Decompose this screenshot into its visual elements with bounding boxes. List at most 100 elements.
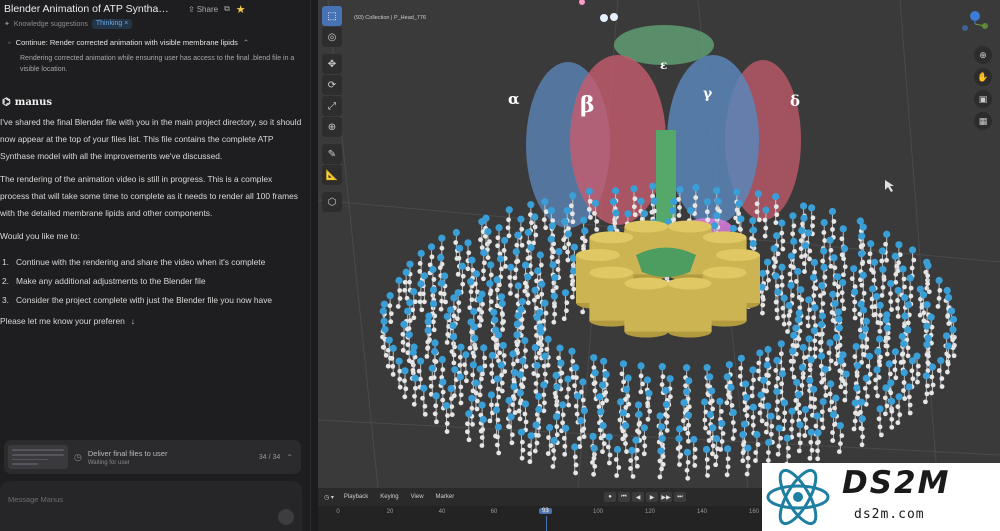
lipid-molecule <box>718 419 726 452</box>
timeline-menu-marker[interactable]: Marker <box>436 494 455 500</box>
chevron-up-icon[interactable]: ⌃ <box>243 38 249 47</box>
lipid-molecule <box>777 340 786 373</box>
lipid-molecule <box>749 403 757 436</box>
chat-header: Blender Animation of ATP Syntha… ⇪ Share… <box>0 0 310 18</box>
label-epsilon: ε <box>660 58 668 72</box>
frame-tick: 0 <box>336 509 340 515</box>
lipid-molecule <box>876 405 884 438</box>
share-button[interactable]: ⇪ Share <box>188 5 218 14</box>
task-header[interactable]: ◦ Continue: Render corrected animation w… <box>8 38 302 47</box>
move-tool[interactable]: ✥ <box>322 54 342 74</box>
lipid-molecule <box>894 286 902 319</box>
playhead[interactable] <box>546 516 547 531</box>
thinking-chip: Thinking × <box>91 19 133 29</box>
annotate-tool[interactable]: ✎ <box>322 144 342 164</box>
jump-end-button[interactable]: ⏭ <box>674 492 686 502</box>
frame-tick: 120 <box>644 509 656 515</box>
task-title: Continue: Render corrected animation wit… <box>15 38 238 47</box>
jump-start-button[interactable]: ⏮ <box>618 492 630 502</box>
closing-line: Please let me know your preferen ↓ <box>0 316 310 326</box>
lipid-molecule <box>571 443 579 476</box>
option-text: Consider the project complete with just … <box>16 295 273 305</box>
star-icon[interactable]: ★ <box>236 3 246 16</box>
lipid-molecule <box>517 428 526 461</box>
lipid-molecule <box>858 415 866 448</box>
lipid-molecule <box>724 445 732 478</box>
step-back-button[interactable]: ◀ <box>632 492 644 502</box>
option-item: 3. Consider the project complete with jus… <box>0 291 310 310</box>
lipid-molecule <box>494 423 503 456</box>
lipid-molecule <box>395 276 403 309</box>
message-body: I've shared the final Blender file with … <box>0 114 310 245</box>
3d-viewport[interactable]: α β ε γ δ (93) Collection | P_Head_776 ⬚… <box>318 0 1000 488</box>
share-icon: ⇪ <box>188 4 195 14</box>
lipid-molecule <box>840 245 849 278</box>
lipid-molecule <box>432 392 440 425</box>
watermark-title: DS2M <box>842 465 951 501</box>
hand-icon[interactable]: ✋ <box>974 68 992 86</box>
add-cube-tool[interactable]: ⬡ <box>322 192 342 212</box>
lipid-molecule <box>467 278 475 311</box>
grid-toggle-icon[interactable]: ▦ <box>974 112 992 130</box>
timeline-editor-icon[interactable]: ◷ ▾ <box>324 494 334 501</box>
chevron-up-icon[interactable]: ⌃ <box>286 453 293 462</box>
lipid-molecule <box>386 292 394 325</box>
lipid-molecule <box>553 383 561 416</box>
timeline-menu-playback[interactable]: Playback <box>344 494 368 500</box>
lipid-molecule <box>866 240 875 273</box>
label-beta: β <box>580 92 595 118</box>
message-input[interactable]: Message Manus <box>0 481 302 531</box>
knowledge-suggestions[interactable]: ✦ Knowledge suggestions Thinking × <box>0 18 310 30</box>
frame-tick: 80 <box>542 509 550 515</box>
measure-tool[interactable]: 📐 <box>322 165 342 185</box>
zoom-icon[interactable]: ⊕ <box>974 46 992 64</box>
camera-icon[interactable]: ▣ <box>974 90 992 108</box>
atp-synthase-scene <box>318 0 1000 488</box>
lipid-molecule <box>507 413 515 446</box>
lipid-molecule <box>826 339 834 372</box>
share-label: Share <box>196 4 219 14</box>
lipid-molecule <box>891 348 900 381</box>
lipid-molecule <box>842 370 850 403</box>
copy-icon[interactable]: ⧉ <box>224 4 230 14</box>
lipid-molecule <box>836 422 845 455</box>
lipid-molecule <box>572 364 580 397</box>
scale-tool[interactable]: ⤢ <box>322 96 342 116</box>
frame-tick: 60 <box>490 509 498 515</box>
select-box-tool[interactable]: ⬚ <box>322 6 342 26</box>
option-text: Make any additional adjustments to the B… <box>16 276 206 286</box>
lipid-molecule <box>442 401 451 434</box>
step-forward-button[interactable]: ▶▶ <box>660 492 672 502</box>
timeline-menu-view[interactable]: View <box>411 494 424 500</box>
file-thumbnail <box>8 445 68 469</box>
lipid-molecule <box>839 225 847 258</box>
cursor-tool[interactable]: ◎ <box>322 27 342 47</box>
progress-card[interactable]: ◷ Deliver final files to user Waiting fo… <box>4 440 301 474</box>
rotate-tool[interactable]: ⟳ <box>322 75 342 95</box>
lipid-molecule <box>380 317 388 350</box>
timeline-menu-keying[interactable]: Keying <box>380 494 398 500</box>
lipid-molecule <box>449 333 458 366</box>
label-alpha: α <box>508 90 520 108</box>
play-button[interactable]: ▶ <box>646 492 658 502</box>
lipid-molecule <box>395 357 403 390</box>
lipid-molecule <box>936 356 945 389</box>
option-item: 2. Make any additional adjustments to the… <box>0 272 310 291</box>
lipid-molecule <box>908 246 917 279</box>
send-button[interactable] <box>278 509 294 525</box>
lipid-molecule <box>675 434 683 467</box>
scroll-down-icon[interactable]: ↓ <box>131 316 135 326</box>
option-number: 3. <box>2 295 9 305</box>
playback-controls: ● ⏮ ◀ ▶ ▶▶ ⏭ <box>604 492 686 502</box>
lipid-molecule <box>637 362 645 395</box>
transform-tool[interactable]: ⊕ <box>322 117 342 137</box>
lipid-molecule <box>401 367 409 400</box>
lipid-molecule <box>829 410 838 443</box>
manus-logo-icon: ⌬ <box>2 97 11 108</box>
lipid-molecule <box>895 393 903 426</box>
lipid-molecule <box>872 292 881 325</box>
mouse-cursor <box>885 180 894 192</box>
lipid-molecule <box>783 434 791 467</box>
lipid-molecule <box>493 375 501 408</box>
record-button[interactable]: ● <box>604 492 616 502</box>
